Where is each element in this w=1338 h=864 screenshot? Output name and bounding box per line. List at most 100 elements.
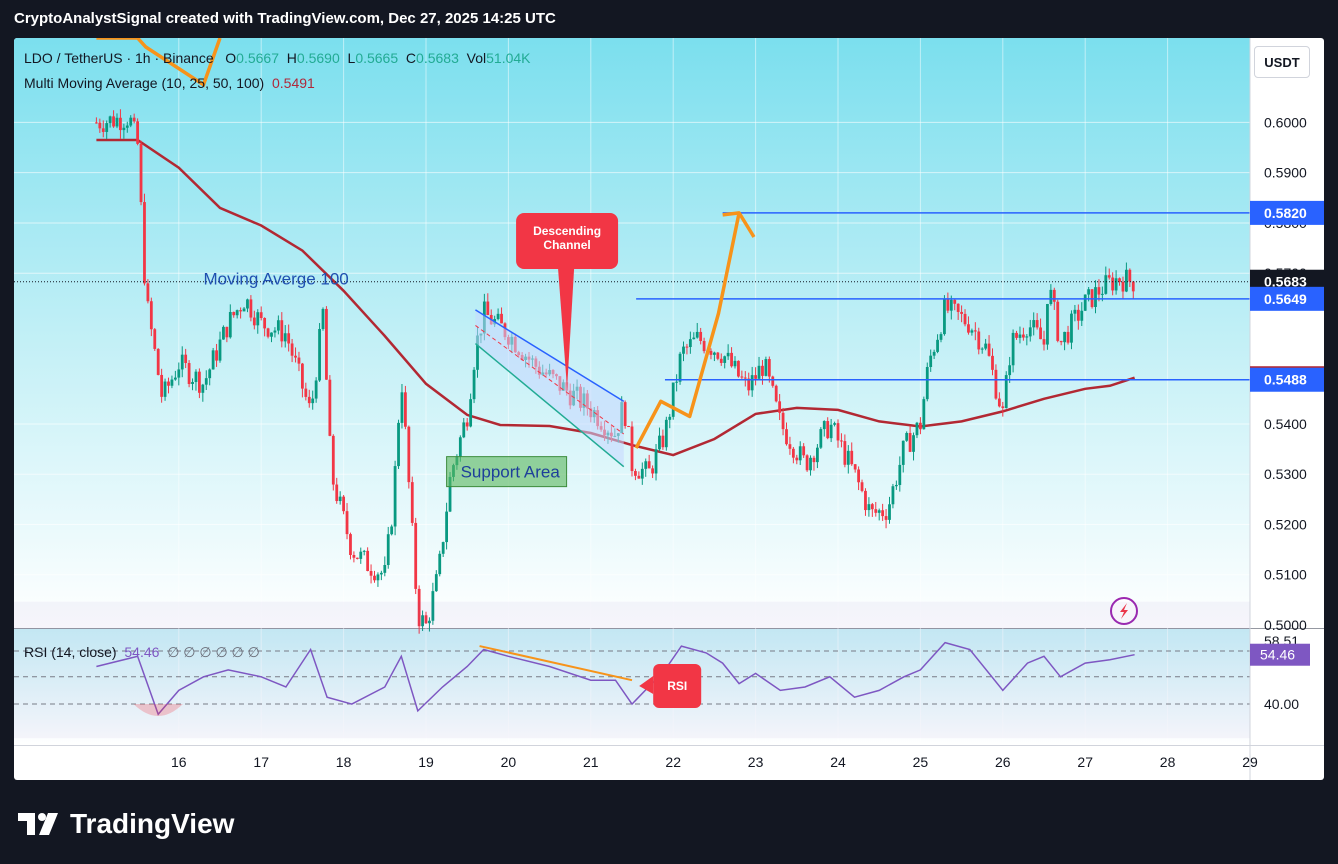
- time-tick-label: 24: [830, 754, 846, 770]
- candle-body: [266, 328, 270, 337]
- price-tick-label: 0.5900: [1264, 165, 1307, 181]
- rsi-legend[interactable]: RSI (14, close) 54.46 ∅ ∅ ∅ ∅ ∅ ∅: [24, 644, 260, 661]
- candle-body: [857, 469, 860, 483]
- candle-body: [132, 117, 136, 122]
- symbol-legend[interactable]: LDO / TetherUS · 1h · Binance O0.5667 H0…: [24, 50, 531, 66]
- candle-body: [654, 449, 658, 474]
- close-value: 0.5683: [416, 50, 459, 66]
- candle-body: [713, 352, 716, 355]
- open-label: O: [225, 50, 237, 66]
- candle-body: [283, 333, 287, 342]
- candle-body: [129, 117, 133, 126]
- candle-body: [235, 310, 239, 316]
- candle: [943, 295, 946, 336]
- candle-body: [177, 369, 181, 378]
- candle-body: [980, 348, 984, 350]
- chart-panel[interactable]: Descending Channel Moving Averge 100 Suppor…: [14, 38, 1324, 780]
- candle: [318, 323, 321, 382]
- candle-body: [314, 380, 318, 399]
- candle-body: [888, 504, 891, 520]
- candle-body: [170, 379, 174, 386]
- time-tick-label: 22: [665, 754, 681, 770]
- candle: [153, 328, 157, 351]
- candle: [774, 384, 778, 403]
- candle: [136, 118, 139, 146]
- candle-body: [675, 381, 679, 383]
- chart-canvas[interactable]: DescendingChannel Moving Averge 100 Suppor…: [14, 38, 1324, 780]
- candle-body: [884, 516, 888, 520]
- candle: [764, 356, 768, 377]
- candle-body: [1035, 320, 1039, 328]
- candle-body: [850, 450, 854, 465]
- candle-body: [191, 381, 194, 384]
- candle-body: [709, 350, 713, 355]
- candle-body: [263, 317, 267, 329]
- time-tick-label: 20: [501, 754, 517, 770]
- candle-body: [819, 429, 823, 448]
- candle-body: [225, 326, 229, 338]
- candle-body: [932, 351, 936, 356]
- candle-body: [822, 421, 826, 430]
- candle-body: [393, 466, 397, 527]
- candle-body: [1080, 310, 1084, 321]
- candle: [331, 434, 335, 491]
- time-tick-label: 18: [336, 754, 352, 770]
- candle-body: [187, 363, 191, 384]
- candle-body: [1125, 269, 1128, 292]
- candle-body: [833, 423, 836, 425]
- candle: [143, 193, 146, 286]
- candle-body: [1131, 281, 1135, 292]
- candle-body: [1046, 303, 1049, 345]
- candle-body: [894, 484, 898, 487]
- candle-body: [692, 337, 696, 340]
- candle-body: [156, 348, 160, 375]
- candle-body: [1083, 294, 1087, 311]
- time-tick-label: 26: [995, 754, 1011, 770]
- candle-body: [486, 301, 490, 315]
- candle-body: [294, 355, 297, 358]
- volume-value: 51.04K: [486, 50, 531, 66]
- candle-body: [867, 504, 871, 511]
- candle-body: [922, 399, 926, 430]
- candle-body: [259, 312, 263, 318]
- candle-body: [970, 330, 974, 333]
- candle-body: [1070, 313, 1073, 343]
- candle-body: [290, 343, 294, 356]
- candle-body: [1008, 365, 1012, 376]
- chart-caption: CryptoAnalystSignal created with Trading…: [14, 10, 556, 27]
- candle: [407, 425, 411, 489]
- candle-body: [785, 429, 788, 445]
- candle-body: [743, 377, 747, 379]
- open-value: 0.5667: [236, 50, 279, 66]
- candle-body: [445, 511, 448, 543]
- candle: [1056, 299, 1060, 343]
- candle-body: [1015, 332, 1018, 338]
- candle-body: [500, 313, 503, 324]
- candle-body: [668, 416, 672, 420]
- candle-body: [671, 382, 675, 417]
- low-value: 0.5665: [355, 50, 399, 66]
- indicator-legend[interactable]: Multi Moving Average (10, 25, 50, 100) 0…: [24, 75, 315, 91]
- candle-body: [864, 490, 867, 511]
- candle-body: [136, 121, 139, 144]
- currency-button[interactable]: USDT: [1254, 46, 1310, 78]
- candle: [819, 427, 823, 449]
- price-axis[interactable]: 0.60000.59000.58000.57000.54000.53000.52…: [1249, 38, 1307, 780]
- candle-body: [410, 482, 414, 523]
- candle-body: [623, 402, 627, 427]
- candle: [187, 360, 191, 388]
- candle-body: [767, 359, 771, 377]
- candle-body: [400, 392, 404, 423]
- price-tick-label: 0.5400: [1264, 416, 1307, 432]
- candle-body: [781, 412, 785, 430]
- candle-body: [843, 441, 847, 465]
- tradingview-logo[interactable]: TradingView: [18, 808, 234, 840]
- time-axis[interactable]: 16 17 18 19 20 21 22 23 24 25 26 27 28 29: [171, 754, 1258, 770]
- candle-body: [215, 350, 218, 361]
- candle-body: [122, 127, 126, 131]
- candle-body: [1059, 340, 1063, 343]
- candle-body: [239, 310, 242, 312]
- candle-body: [1094, 287, 1097, 308]
- candle-body: [682, 346, 685, 354]
- candle-body: [716, 352, 720, 359]
